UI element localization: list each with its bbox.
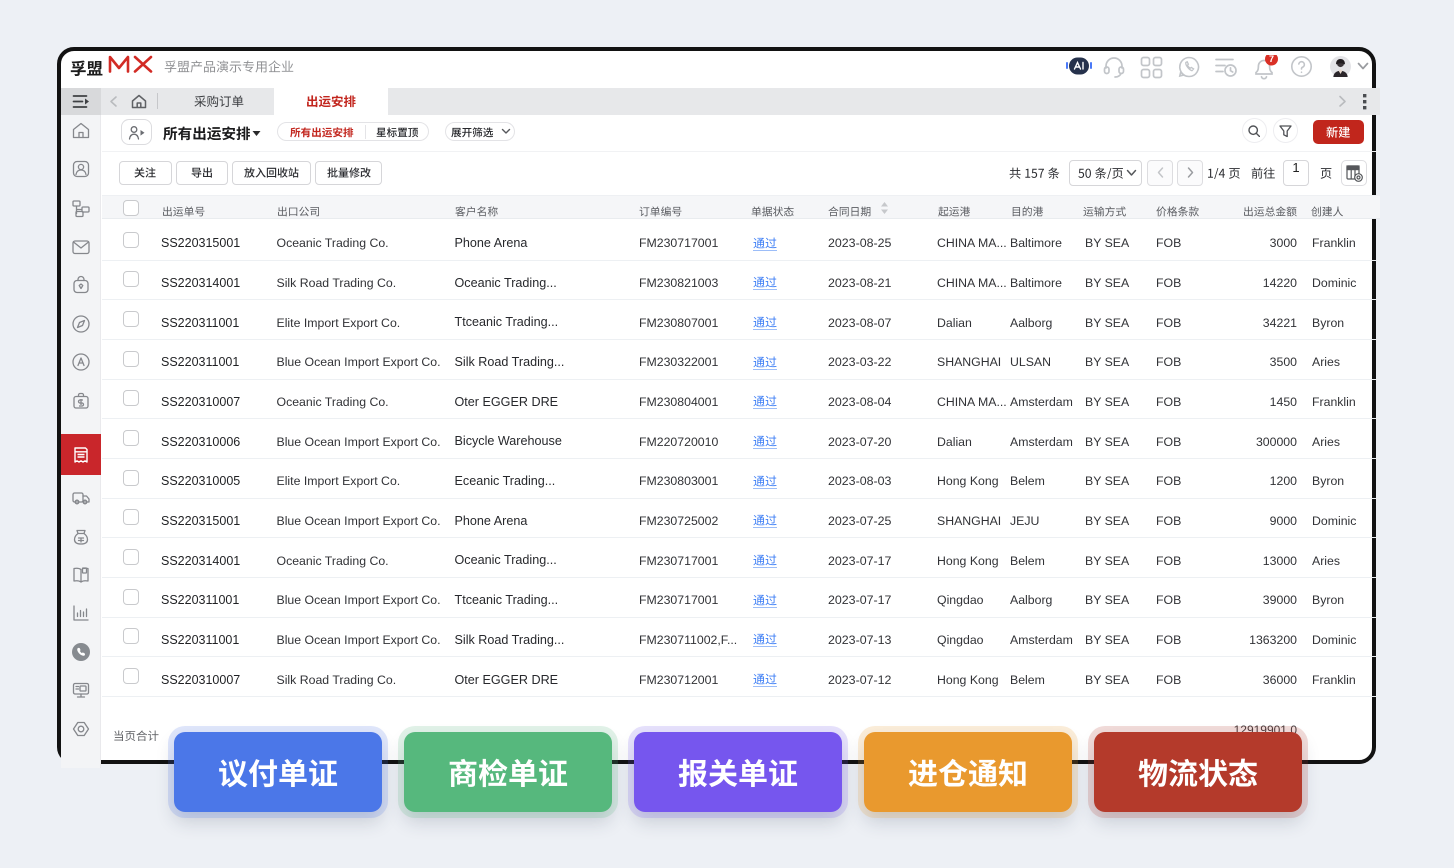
svg-text:7: 7: [1269, 55, 1274, 64]
